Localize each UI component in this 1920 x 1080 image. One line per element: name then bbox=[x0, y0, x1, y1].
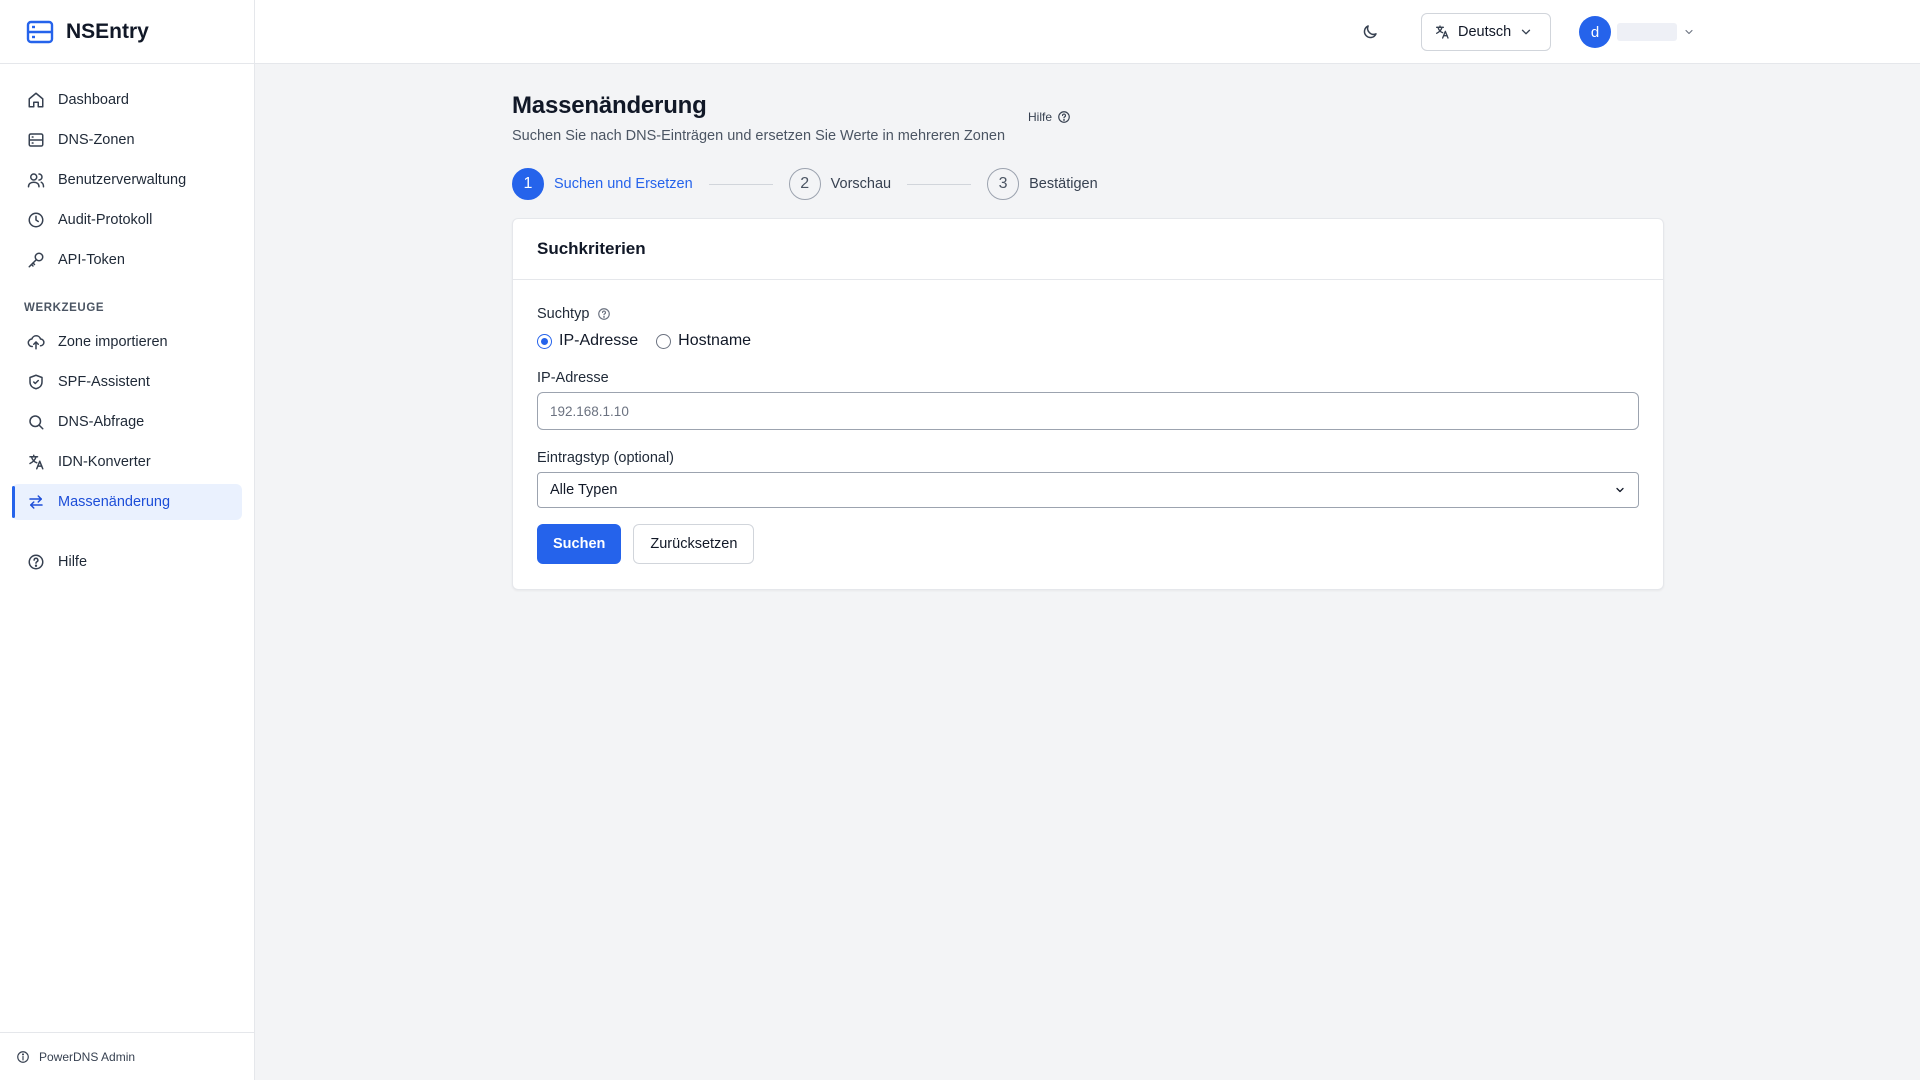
stepper: 1 Suchen und Ersetzen 2 Vorschau 3 Bestä… bbox=[512, 168, 1664, 200]
sidebar-item-label: Benutzerverwaltung bbox=[58, 172, 187, 188]
radio-ip-address[interactable]: IP-Adresse bbox=[537, 332, 638, 350]
search-criteria-card: Suchkriterien Suchtyp IP-Adresse Hostnam… bbox=[512, 218, 1664, 590]
sidebar-item-spf-wizard[interactable]: SPF-Assistent bbox=[12, 364, 242, 400]
sidebar-item-label: DNS-Abfrage bbox=[58, 414, 145, 430]
search-type-radio-group: IP-Adresse Hostname bbox=[537, 332, 1639, 350]
sidebar-item-label: Hilfe bbox=[58, 554, 88, 570]
record-type-label: Eintragstyp (optional) bbox=[537, 450, 675, 466]
search-type-label: Suchtyp bbox=[537, 306, 1639, 322]
card-title: Suchkriterien bbox=[513, 219, 1663, 280]
step-label: Suchen und Ersetzen bbox=[554, 176, 693, 192]
chevron-down-icon bbox=[1683, 26, 1695, 38]
step-connector bbox=[708, 183, 773, 185]
brand[interactable]: NSEntry bbox=[0, 0, 254, 64]
sidebar-item-label: IDN-Konverter bbox=[58, 454, 151, 470]
reset-button[interactable]: Zurücksetzen bbox=[633, 524, 755, 564]
users-icon bbox=[26, 170, 46, 190]
step-search-replace: 1 Suchen und Ersetzen bbox=[512, 168, 693, 200]
search-button[interactable]: Suchen bbox=[537, 524, 622, 564]
server-logo-icon bbox=[26, 19, 54, 45]
tools-heading: WERKZEUGE bbox=[24, 302, 105, 314]
page-header: Massenänderung Suchen Sie nach DNS-Eintr… bbox=[512, 64, 1664, 144]
sidebar-item-api-token[interactable]: API-Token bbox=[12, 242, 242, 278]
language-select[interactable]: Deutsch bbox=[1421, 13, 1551, 51]
sidebar-item-label: Dashboard bbox=[58, 92, 129, 108]
record-type-value: Alle Typen bbox=[550, 482, 618, 498]
sidebar: NSEntry Dashboard DNS-Zonen Benutzerverw… bbox=[0, 0, 255, 1080]
sidebar-footer: PowerDNS Admin bbox=[0, 1032, 255, 1080]
page-title: Massenänderung bbox=[512, 92, 707, 119]
sidebar-item-users[interactable]: Benutzerverwaltung bbox=[12, 162, 242, 198]
sidebar-item-label: SPF-Assistent bbox=[58, 374, 150, 390]
sidebar-item-label: API-Token bbox=[58, 252, 125, 268]
translate-icon bbox=[1434, 24, 1450, 40]
sidebar-item-zone-import[interactable]: Zone importieren bbox=[12, 324, 242, 360]
help-circle-icon bbox=[26, 552, 46, 572]
home-icon bbox=[26, 90, 46, 110]
main-content: Massenänderung Suchen Sie nach DNS-Eintr… bbox=[512, 64, 1664, 590]
chevron-down-icon bbox=[1614, 484, 1626, 496]
step-number: 3 bbox=[987, 168, 1020, 200]
help-link-label: Hilfe bbox=[1028, 110, 1053, 124]
card-body: Suchtyp IP-Adresse Hostname IP-Adresse E… bbox=[513, 280, 1663, 589]
arrows-swap-icon bbox=[26, 492, 46, 512]
key-icon bbox=[26, 250, 46, 270]
search-icon bbox=[26, 412, 46, 432]
info-icon bbox=[16, 1049, 31, 1064]
form-actions: Suchen Zurücksetzen bbox=[537, 524, 1639, 564]
page-subtitle: Suchen Sie nach DNS-Einträgen und ersetz… bbox=[512, 128, 1006, 144]
record-type-select[interactable]: Alle Typen bbox=[537, 472, 1639, 508]
top-header: Deutsch d bbox=[255, 0, 1920, 64]
sidebar-item-label: Zone importieren bbox=[58, 334, 168, 350]
sidebar-item-help[interactable]: Hilfe bbox=[12, 544, 242, 580]
search-type-text: Suchtyp bbox=[537, 306, 590, 322]
language-label: Deutsch bbox=[1458, 24, 1512, 40]
sidebar-item-dns-lookup[interactable]: DNS-Abfrage bbox=[12, 404, 242, 440]
sidebar-item-label: DNS-Zonen bbox=[58, 132, 135, 148]
help-circle-icon bbox=[1057, 110, 1071, 124]
translate-icon bbox=[26, 452, 46, 472]
radio-label: Hostname bbox=[678, 332, 752, 349]
avatar: d bbox=[1579, 16, 1611, 48]
help-link[interactable]: Hilfe bbox=[1028, 110, 1071, 124]
server-icon bbox=[26, 130, 46, 150]
footer-text: PowerDNS Admin bbox=[39, 1049, 136, 1064]
step-label: Bestätigen bbox=[1029, 176, 1098, 192]
step-label: Vorschau bbox=[830, 176, 892, 192]
sidebar-item-label: Massenänderung bbox=[58, 494, 171, 510]
step-preview: 2 Vorschau bbox=[788, 168, 892, 200]
sidebar-item-dns-zones[interactable]: DNS-Zonen bbox=[12, 122, 242, 158]
dark-mode-toggle[interactable] bbox=[1358, 20, 1382, 44]
sidebar-item-idn-converter[interactable]: IDN-Konverter bbox=[12, 444, 242, 480]
radio-dot[interactable] bbox=[537, 333, 552, 349]
sidebar-item-audit-log[interactable]: Audit-Protokoll bbox=[12, 202, 242, 238]
step-number: 2 bbox=[788, 168, 821, 200]
user-menu[interactable]: d bbox=[1579, 16, 1695, 48]
step-number: 1 bbox=[512, 168, 544, 200]
step-confirm: 3 Bestätigen bbox=[987, 168, 1098, 200]
main-nav: Dashboard DNS-Zonen Benutzerverwaltung A… bbox=[0, 64, 254, 580]
cloud-upload-icon bbox=[26, 332, 46, 352]
shield-icon bbox=[26, 372, 46, 392]
app-name: NSEntry bbox=[66, 19, 149, 43]
radio-dot[interactable] bbox=[656, 333, 672, 349]
ip-address-label: IP-Adresse bbox=[537, 370, 609, 386]
radio-label: IP-Adresse bbox=[559, 332, 639, 349]
moon-icon bbox=[1361, 23, 1379, 41]
username bbox=[1617, 23, 1677, 41]
clock-icon bbox=[26, 210, 46, 230]
sidebar-item-label: Audit-Protokoll bbox=[58, 212, 153, 228]
ip-address-input[interactable] bbox=[537, 392, 1639, 430]
radio-hostname[interactable]: Hostname bbox=[656, 332, 751, 350]
step-connector bbox=[907, 183, 972, 185]
chevron-down-icon bbox=[1519, 25, 1533, 39]
sidebar-item-bulk-edit[interactable]: Massenänderung bbox=[12, 484, 242, 520]
sidebar-item-dashboard[interactable]: Dashboard bbox=[12, 82, 242, 118]
help-circle-icon[interactable] bbox=[597, 307, 611, 321]
